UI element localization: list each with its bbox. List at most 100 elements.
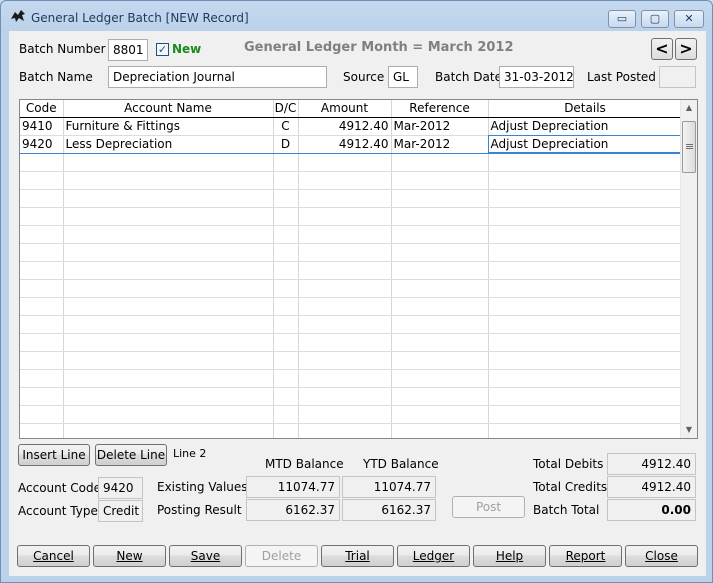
empty-table-row[interactable] [20, 243, 683, 262]
empty-cell[interactable] [273, 387, 299, 406]
empty-cell[interactable] [488, 297, 683, 316]
cell-amount[interactable]: 4912.40 [298, 117, 392, 136]
save-button[interactable]: Save [169, 545, 242, 567]
empty-cell[interactable] [63, 333, 274, 352]
empty-cell[interactable] [20, 153, 64, 172]
empty-cell[interactable] [273, 405, 299, 424]
empty-cell[interactable] [391, 225, 489, 244]
empty-cell[interactable] [488, 333, 683, 352]
empty-cell[interactable] [488, 315, 683, 334]
empty-cell[interactable] [488, 171, 683, 190]
empty-cell[interactable] [391, 315, 489, 334]
empty-cell[interactable] [273, 153, 299, 172]
cell-account-name[interactable]: Furniture & Fittings [63, 117, 274, 136]
minimize-button[interactable]: ▭ [608, 10, 636, 28]
batch-date-field[interactable]: 31-03-2012 [499, 66, 574, 88]
scroll-down-icon[interactable]: ▼ [681, 422, 697, 438]
title-bar[interactable]: General Ledger Batch [NEW Record] ▭ ▢ ✕ [1, 1, 712, 31]
empty-cell[interactable] [63, 387, 274, 406]
empty-table-row[interactable] [20, 297, 683, 316]
cell-reference[interactable]: Mar-2012 [391, 134, 489, 154]
cell-account-name[interactable]: Less Depreciation [63, 134, 274, 154]
empty-cell[interactable] [273, 207, 299, 226]
empty-cell[interactable] [20, 189, 64, 208]
empty-cell[interactable] [63, 405, 274, 424]
empty-cell[interactable] [391, 153, 489, 172]
cell-code[interactable]: 9410 [20, 117, 64, 136]
ledger-lines-grid[interactable]: Code Account Name D/C Amount Reference D… [19, 99, 698, 439]
empty-cell[interactable] [391, 351, 489, 370]
empty-cell[interactable] [20, 171, 64, 190]
close-button[interactable]: Close [625, 545, 698, 567]
empty-cell[interactable] [273, 423, 299, 438]
empty-cell[interactable] [63, 171, 274, 190]
empty-cell[interactable] [63, 297, 274, 316]
empty-cell[interactable] [298, 279, 392, 298]
column-header-amount[interactable]: Amount [298, 100, 392, 118]
empty-cell[interactable] [20, 369, 64, 388]
empty-cell[interactable] [391, 189, 489, 208]
report-button[interactable]: Report [549, 545, 622, 567]
empty-cell[interactable] [391, 387, 489, 406]
empty-cell[interactable] [298, 153, 392, 172]
new-button[interactable]: New [93, 545, 166, 567]
empty-cell[interactable] [488, 423, 683, 438]
empty-cell[interactable] [63, 369, 274, 388]
empty-table-row[interactable] [20, 369, 683, 388]
empty-cell[interactable] [20, 423, 64, 438]
empty-cell[interactable] [298, 315, 392, 334]
empty-cell[interactable] [488, 279, 683, 298]
empty-cell[interactable] [20, 225, 64, 244]
empty-cell[interactable] [20, 387, 64, 406]
cell-dc[interactable]: C [273, 117, 299, 136]
empty-cell[interactable] [20, 261, 64, 280]
delete-line-button[interactable]: Delete Line [95, 444, 167, 466]
empty-cell[interactable] [488, 405, 683, 424]
cell-details-active[interactable]: Adjust Depreciation [488, 134, 683, 154]
delete-button[interactable]: Delete [245, 545, 318, 567]
empty-cell[interactable] [273, 297, 299, 316]
column-header-account-name[interactable]: Account Name [63, 100, 274, 118]
empty-cell[interactable] [298, 189, 392, 208]
empty-cell[interactable] [20, 351, 64, 370]
cancel-button[interactable]: Cancel [17, 545, 90, 567]
source-field[interactable]: GL [388, 66, 418, 88]
empty-cell[interactable] [273, 351, 299, 370]
empty-table-row[interactable] [20, 153, 683, 172]
empty-cell[interactable] [391, 333, 489, 352]
empty-cell[interactable] [391, 279, 489, 298]
empty-cell[interactable] [298, 261, 392, 280]
empty-cell[interactable] [391, 369, 489, 388]
empty-table-row[interactable] [20, 405, 683, 424]
empty-cell[interactable] [273, 333, 299, 352]
empty-cell[interactable] [63, 207, 274, 226]
column-header-details[interactable]: Details [488, 100, 683, 118]
cell-details[interactable]: Adjust Depreciation [488, 117, 683, 136]
empty-cell[interactable] [63, 189, 274, 208]
empty-cell[interactable] [298, 225, 392, 244]
scroll-thumb[interactable] [682, 121, 696, 173]
empty-cell[interactable] [391, 405, 489, 424]
empty-cell[interactable] [298, 333, 392, 352]
batch-number-field[interactable]: 8801 [108, 39, 148, 61]
empty-table-row[interactable] [20, 189, 683, 208]
empty-cell[interactable] [20, 207, 64, 226]
empty-cell[interactable] [298, 351, 392, 370]
empty-table-row[interactable] [20, 351, 683, 370]
empty-cell[interactable] [298, 405, 392, 424]
empty-cell[interactable] [298, 369, 392, 388]
empty-cell[interactable] [391, 423, 489, 438]
grid-vertical-scrollbar[interactable]: ▲ ▼ [680, 100, 697, 438]
empty-cell[interactable] [63, 225, 274, 244]
column-header-reference[interactable]: Reference [391, 100, 489, 118]
empty-cell[interactable] [273, 171, 299, 190]
empty-cell[interactable] [63, 243, 274, 262]
empty-cell[interactable] [63, 261, 274, 280]
close-window-button[interactable]: ✕ [674, 10, 704, 28]
empty-table-row[interactable] [20, 315, 683, 334]
empty-cell[interactable] [273, 261, 299, 280]
empty-table-row[interactable] [20, 261, 683, 280]
column-header-dc[interactable]: D/C [273, 100, 299, 118]
ledger-button[interactable]: Ledger [397, 545, 470, 567]
help-button[interactable]: Help [473, 545, 546, 567]
